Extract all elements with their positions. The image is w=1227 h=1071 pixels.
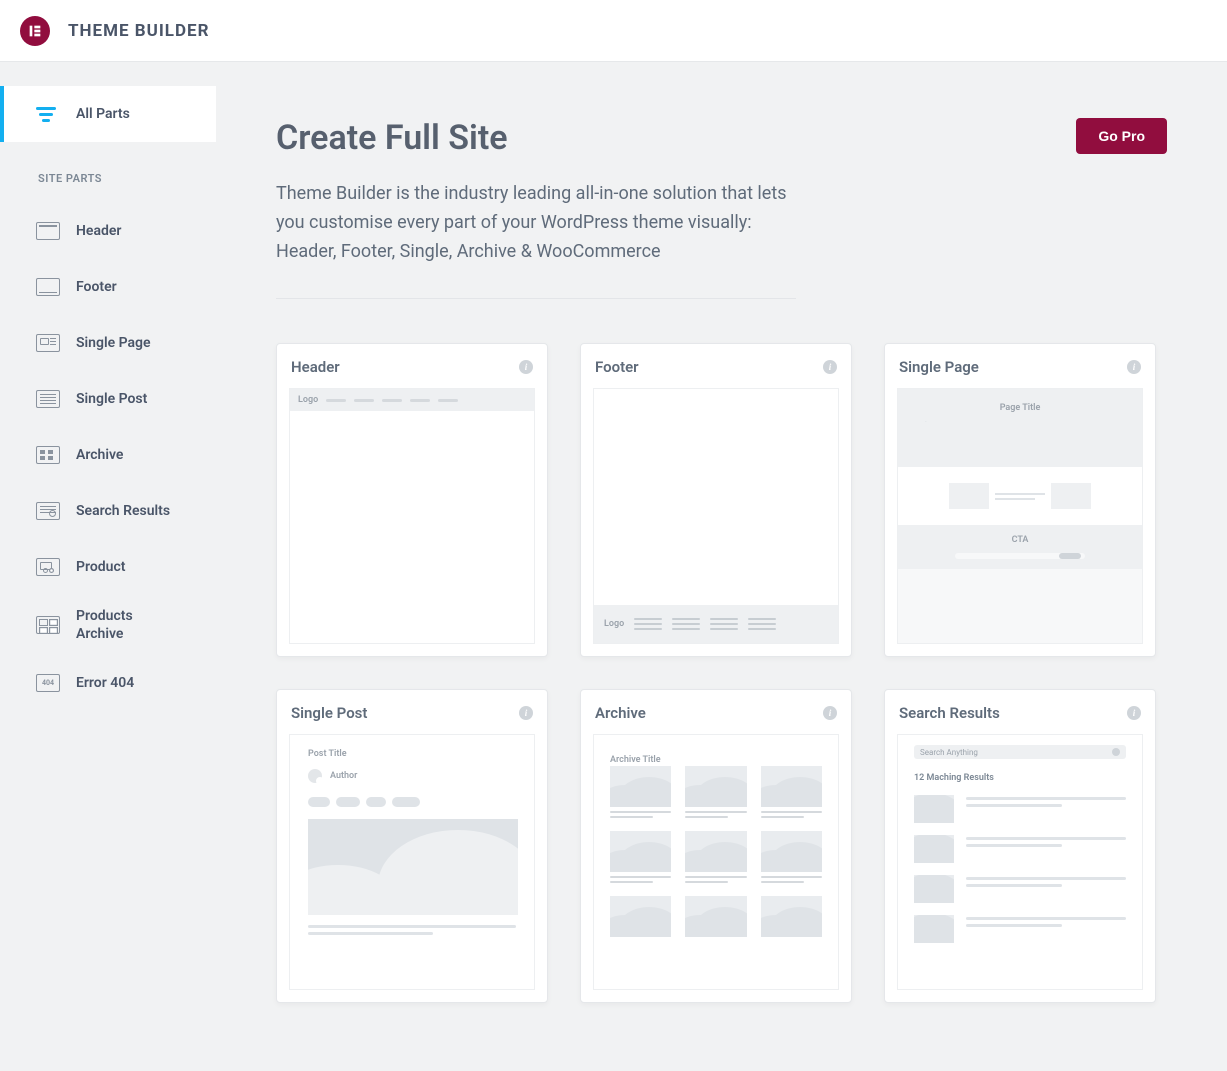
card-single-post[interactable]: Single Post i Post Title Author: [276, 689, 548, 1003]
page-icon: [36, 332, 64, 354]
sidebar-item-label: Products Archive: [76, 607, 176, 643]
main-content: Create Full Site Go Pro Theme Builder is…: [216, 62, 1227, 1071]
info-icon[interactable]: i: [823, 706, 837, 720]
info-icon[interactable]: i: [519, 360, 533, 374]
preview-author: Author: [330, 771, 357, 781]
info-icon[interactable]: i: [823, 360, 837, 374]
card-footer[interactable]: Footer i Logo: [580, 343, 852, 657]
archive-preview: Archive Title: [593, 734, 839, 990]
intro-text: Theme Builder is the industry leading al…: [276, 180, 796, 299]
close-icon: [1112, 748, 1120, 756]
cards-grid: Header i Logo Footer i: [276, 343, 1167, 1003]
sidebar-item-label: Search Results: [76, 502, 170, 520]
topbar: THEME BUILDER: [0, 0, 1227, 62]
sidebar-item-footer[interactable]: Footer: [0, 259, 216, 315]
error-404-icon: 404: [36, 672, 64, 694]
sidebar-item-label: Archive: [76, 446, 123, 464]
header-preview: Logo: [289, 388, 535, 644]
card-archive[interactable]: Archive i Archive Title: [580, 689, 852, 1003]
info-icon[interactable]: i: [1127, 360, 1141, 374]
products-icon: [36, 614, 64, 636]
app-title: THEME BUILDER: [68, 21, 210, 41]
preview-post-title: Post Title: [308, 749, 516, 759]
sidebar-item-label: Product: [76, 558, 125, 576]
preview-cta-text: CTA: [1012, 535, 1029, 545]
single-page-preview: Page Title CTA: [897, 388, 1143, 644]
sidebar-item-label: All Parts: [76, 105, 130, 123]
sidebar-item-label: Single Post: [76, 390, 147, 408]
sidebar-item-label: Error 404: [76, 674, 134, 692]
preview-logo-text: Logo: [604, 619, 624, 629]
sidebar: All Parts SITE PARTS Header Footer Singl…: [0, 62, 216, 1071]
sidebar-item-products-archive[interactable]: Products Archive: [0, 595, 216, 655]
card-single-page[interactable]: Single Page i Page Title: [884, 343, 1156, 657]
sidebar-item-single-page[interactable]: Single Page: [0, 315, 216, 371]
product-icon: [36, 556, 64, 578]
search-results-preview: Search Anything 12 Maching Results: [897, 734, 1143, 990]
footer-preview: Logo: [593, 388, 839, 644]
search-icon: [36, 500, 64, 522]
elementor-logo: [20, 16, 50, 46]
sidebar-item-header[interactable]: Header: [0, 203, 216, 259]
card-title: Footer: [595, 358, 639, 376]
sidebar-item-label: Single Page: [76, 334, 151, 352]
post-icon: [36, 388, 64, 410]
card-title: Archive: [595, 704, 646, 722]
sidebar-item-search-results[interactable]: Search Results: [0, 483, 216, 539]
sidebar-item-all-parts[interactable]: All Parts: [0, 86, 216, 142]
go-pro-button[interactable]: Go Pro: [1076, 118, 1167, 154]
avatar-icon: [308, 769, 322, 783]
archive-icon: [36, 444, 64, 466]
sidebar-item-product[interactable]: Product: [0, 539, 216, 595]
sidebar-item-archive[interactable]: Archive: [0, 427, 216, 483]
single-post-preview: Post Title Author: [289, 734, 535, 990]
filter-icon: [36, 103, 64, 125]
sidebar-item-label: Footer: [76, 278, 117, 296]
sidebar-item-error-404[interactable]: 404 Error 404: [0, 655, 216, 711]
preview-results-count: 12 Maching Results: [914, 773, 1126, 783]
card-title: Single Page: [899, 358, 979, 376]
sidebar-item-single-post[interactable]: Single Post: [0, 371, 216, 427]
preview-page-title: Page Title: [1000, 403, 1041, 413]
card-title: Header: [291, 358, 340, 376]
header-icon: [36, 220, 64, 242]
card-title: Single Post: [291, 704, 367, 722]
page-heading: Create Full Site: [276, 118, 508, 158]
sidebar-item-label: Header: [76, 222, 121, 240]
info-icon[interactable]: i: [1127, 706, 1141, 720]
card-header[interactable]: Header i Logo: [276, 343, 548, 657]
card-search-results[interactable]: Search Results i Search Anything 12 Mach…: [884, 689, 1156, 1003]
preview-archive-title: Archive Title: [610, 755, 661, 765]
footer-icon: [36, 276, 64, 298]
preview-logo-text: Logo: [298, 395, 318, 405]
info-icon[interactable]: i: [519, 706, 533, 720]
elementor-icon: [27, 23, 43, 39]
sidebar-section-label: SITE PARTS: [0, 142, 216, 203]
card-title: Search Results: [899, 704, 1000, 722]
preview-search-placeholder: Search Anything: [920, 748, 978, 757]
